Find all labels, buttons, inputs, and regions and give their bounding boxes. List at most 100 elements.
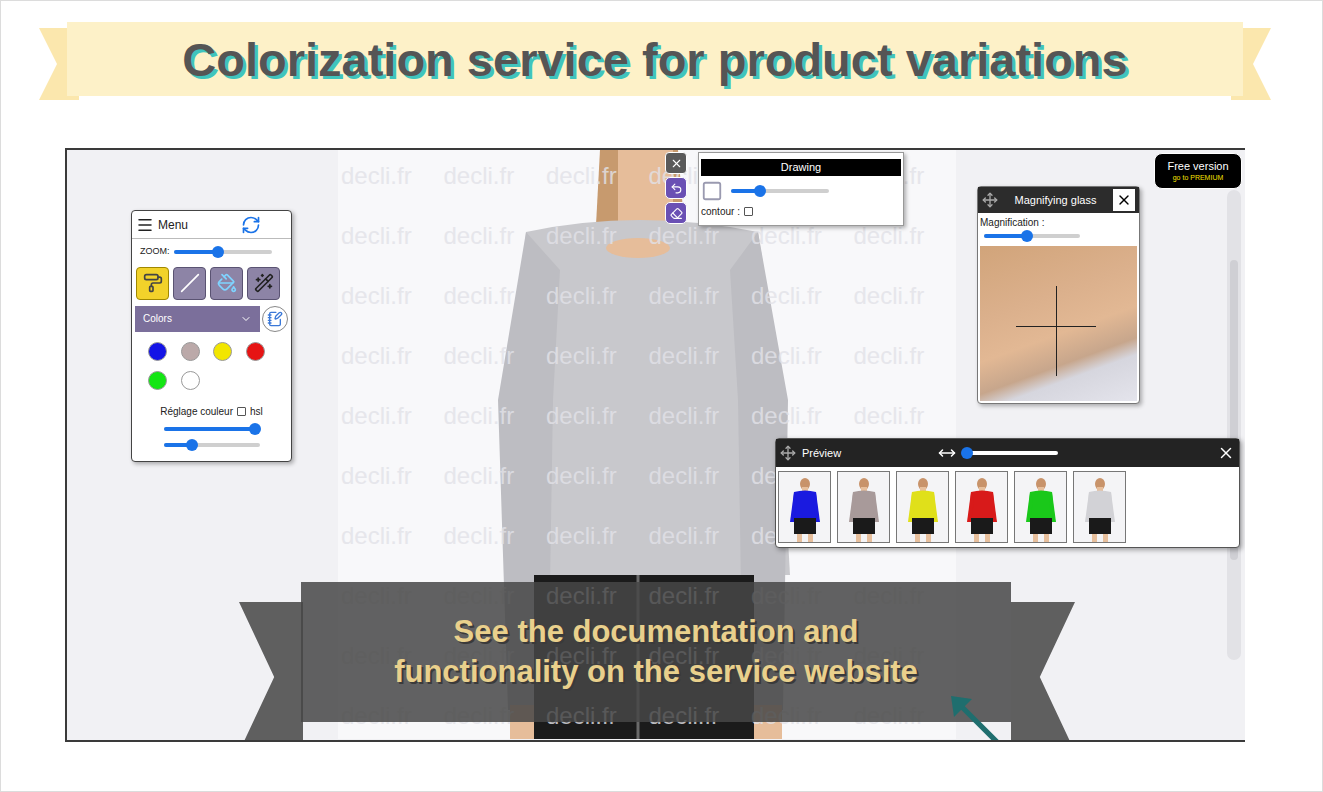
slider-thumb[interactable] (1021, 230, 1033, 242)
watermark-text: decli.fr (444, 158, 558, 218)
edit-palette-button[interactable] (262, 306, 288, 332)
color-swatch[interactable] (213, 342, 232, 361)
magic-wand-icon (254, 273, 274, 293)
premium-link[interactable]: go to PREMIUM (1173, 173, 1224, 182)
drawing-header[interactable]: Drawing (701, 159, 901, 176)
close-icon[interactable] (1217, 444, 1235, 462)
app-screenshot: decli.frdecli.frdecli.frdecli.frdecli.fr… (65, 148, 1245, 742)
slider-thumb[interactable] (186, 439, 198, 451)
watermark-text: decli.fr (444, 458, 558, 518)
watermark-text: decli.fr (649, 338, 763, 398)
colors-select[interactable]: Colors (135, 306, 260, 332)
slider-thumb[interactable] (754, 185, 766, 197)
color-adjust-slider[interactable] (164, 423, 260, 435)
preview-size-slider[interactable] (962, 447, 1058, 459)
badge-title: Free version (1167, 160, 1228, 173)
watermark-text: decli.fr (444, 278, 558, 338)
adjust-label: Réglage couleur (160, 404, 233, 419)
color-adjust-slider[interactable] (164, 439, 260, 451)
watermark-text: decli.fr (341, 218, 455, 278)
watermark-text: decli.fr (341, 158, 455, 218)
zoom-slider[interactable] (174, 246, 272, 258)
notebook-icon (267, 311, 283, 327)
free-version-badge[interactable]: Free versiongo to PREMIUM (1154, 153, 1242, 189)
preview-panel: Préview (775, 438, 1240, 548)
contour-checkbox[interactable] (744, 207, 753, 216)
brush-size-slider[interactable] (731, 185, 829, 197)
hamburger-icon (136, 216, 154, 234)
menu-header[interactable]: Menu (132, 211, 291, 239)
close-button[interactable] (665, 152, 687, 174)
preview-thumbnail[interactable] (837, 471, 890, 543)
thumbnail-figure-icon (1021, 478, 1061, 542)
thumbnail-figure-icon (962, 478, 1002, 542)
thumbnail-figure-icon (844, 478, 884, 542)
watermark-text: decli.fr (854, 338, 957, 398)
tool-row (132, 267, 291, 300)
preview-header[interactable]: Préview (776, 439, 1239, 467)
undo-icon (670, 182, 683, 195)
watermark-text: decli.fr (546, 338, 660, 398)
canvas-actions (665, 152, 687, 224)
watermark-text: decli.fr (546, 158, 660, 218)
move-icon[interactable] (780, 445, 796, 461)
paint-bucket-icon (217, 273, 237, 293)
eraser-button[interactable] (665, 202, 687, 224)
tool-button[interactable] (210, 267, 243, 300)
watermark-text: decli.fr (546, 518, 660, 578)
magnifier-panel: Magnifying glassMagnification : (977, 186, 1140, 404)
slider-thumb[interactable] (212, 246, 224, 258)
watermark-text: decli.fr (341, 278, 455, 338)
slider-thumb[interactable] (961, 447, 973, 459)
brush-size-icon (701, 180, 723, 202)
color-swatch[interactable] (181, 371, 200, 390)
footer-banner: See the documentation andfunctionality o… (301, 582, 1011, 722)
watermark-text: decli.fr (649, 398, 763, 458)
magnifier-header[interactable]: Magnifying glass (978, 187, 1139, 213)
color-swatch[interactable] (246, 342, 265, 361)
watermark-text: decli.fr (751, 338, 865, 398)
magnifier-close[interactable] (1113, 189, 1135, 211)
move-icon[interactable] (982, 192, 998, 208)
watermark-text: decli.fr (444, 398, 558, 458)
tool-button[interactable] (173, 267, 206, 300)
close-icon (670, 157, 683, 170)
refresh-icon[interactable] (241, 215, 261, 235)
watermark-text: decli.fr (341, 458, 455, 518)
line-icon (180, 273, 200, 293)
zoom-label: ZOOM: (140, 245, 170, 259)
preview-thumbnail[interactable] (778, 471, 831, 543)
watermark-text: decli.fr (649, 458, 763, 518)
tool-button[interactable] (136, 267, 169, 300)
magnifier-title: Magnifying glass (1015, 192, 1097, 209)
watermark-text: decli.fr (649, 518, 763, 578)
undo-button[interactable] (665, 177, 687, 199)
thumbnail-figure-icon (785, 478, 825, 542)
title-banner: Colorization service for product variati… (39, 22, 1271, 100)
scrollbar[interactable] (1227, 190, 1241, 660)
slider-thumb[interactable] (249, 423, 261, 435)
thumbnail-row (776, 467, 1239, 547)
preview-thumbnail[interactable] (955, 471, 1008, 543)
color-swatch[interactable] (181, 342, 200, 361)
tool-button[interactable] (247, 267, 280, 300)
preview-thumbnail[interactable] (1014, 471, 1067, 543)
title-text: Colorization service for product variati… (182, 36, 1127, 83)
preview-thumbnail[interactable] (1073, 471, 1126, 543)
watermark-text: decli.fr (854, 218, 957, 278)
hsl-checkbox[interactable] (237, 407, 246, 416)
watermark-text: decli.fr (649, 278, 763, 338)
close-icon (1116, 192, 1132, 208)
preview-thumbnail[interactable] (896, 471, 949, 543)
watermark-text: decli.fr (341, 518, 455, 578)
watermark-text: decli.fr (854, 278, 957, 338)
contour-label: contour : (701, 204, 740, 219)
color-swatch[interactable] (148, 371, 167, 390)
watermark-text: decli.fr (751, 218, 865, 278)
menu-title: Menu (158, 216, 188, 234)
magnified-view (980, 246, 1137, 401)
thumbnail-figure-icon (1080, 478, 1120, 542)
thumbnail-figure-icon (903, 478, 943, 542)
color-swatch[interactable] (148, 342, 167, 361)
magnification-slider[interactable] (984, 230, 1080, 242)
